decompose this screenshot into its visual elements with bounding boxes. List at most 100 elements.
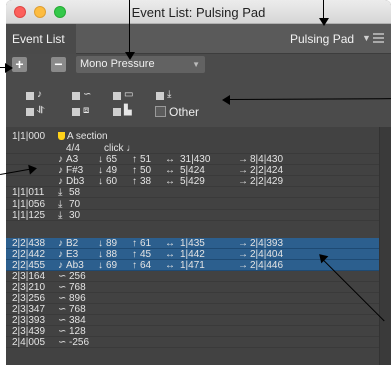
event-row[interactable]: 2|3|164 ∽ 256 bbox=[6, 271, 379, 282]
hamburger-menu-icon[interactable] bbox=[373, 33, 384, 44]
pitchbend-value: 896 bbox=[69, 293, 86, 304]
filter-pitchbend-checkbox[interactable] bbox=[72, 92, 80, 100]
event-row[interactable]: 1|1|125 ⤓ 30 bbox=[6, 210, 379, 221]
release-icon: ↑ bbox=[132, 238, 137, 249]
callout-arrow-create bbox=[5, 63, 13, 73]
end-position: 2|4|404 bbox=[250, 249, 284, 260]
create-event-button[interactable]: + bbox=[12, 57, 27, 72]
control-change-icon: ⧈ bbox=[83, 105, 90, 116]
end-icon: → bbox=[238, 165, 248, 176]
callout-line-mode bbox=[129, 0, 130, 55]
velocity-value: 49 bbox=[106, 165, 118, 176]
filter-poly-pressure-checkbox[interactable] bbox=[26, 108, 34, 116]
event-row[interactable]: 1|1|000 A section bbox=[6, 131, 379, 142]
event-row[interactable]: 2|4|005 ∽ -256 bbox=[6, 337, 379, 348]
event-position: 2|3|210 bbox=[12, 282, 46, 293]
release-value: 51 bbox=[140, 154, 152, 165]
event-position: 2|4|005 bbox=[12, 337, 46, 348]
note-icon: ♪ bbox=[58, 249, 63, 260]
velocity-value: 69 bbox=[106, 260, 118, 271]
event-list: 1|1|000 A section 4/4 click ♩ ♪ A3 ↓ 65 ↑ 51 ↔ 31|4… bbox=[6, 127, 379, 365]
event-type-popup[interactable]: Mono Pressure ▼ bbox=[76, 56, 205, 73]
velocity-icon: ↓ bbox=[98, 238, 103, 249]
event-row[interactable]: 1|1|056 ⤓ 70 bbox=[6, 199, 379, 210]
release-value: 38 bbox=[140, 176, 152, 187]
event-row[interactable]: 2|2|438 ♪ B2 ↓ 89 ↑ 61 ↔ 1|435 → 2|4|393 bbox=[6, 238, 379, 249]
note-icon: ♪ bbox=[58, 260, 63, 271]
tab-event-list[interactable]: Event List bbox=[6, 24, 76, 54]
end-position: 2|2|429 bbox=[250, 176, 284, 187]
pressure-icon: ⤓ bbox=[58, 210, 63, 221]
event-row[interactable]: ♪ A3 ↓ 65 ↑ 51 ↔ 31|430 → 8|4|430 bbox=[6, 154, 379, 165]
release-value: 61 bbox=[140, 238, 152, 249]
filter-notes-checkbox[interactable] bbox=[26, 92, 34, 100]
event-row[interactable]: 2|3|256 ∽ 896 bbox=[6, 293, 379, 304]
chevron-down-icon: ▼ bbox=[192, 60, 200, 69]
marker-icon bbox=[58, 132, 65, 140]
event-row[interactable]: 1|1|011 ⤓ 58 bbox=[6, 187, 379, 198]
event-list-window: Event List: Pulsing Pad Event List Pulsi… bbox=[6, 0, 391, 365]
filter-control-change-checkbox[interactable] bbox=[72, 108, 80, 116]
filter-program-checkbox[interactable] bbox=[113, 92, 121, 100]
pressure-value: 70 bbox=[69, 199, 81, 210]
callout-arrow-events bbox=[28, 163, 38, 175]
event-row[interactable]: ♪ F#3 ↓ 49 ↑ 50 ↔ 5|424 → 2|2|424 bbox=[6, 165, 379, 176]
end-icon: → bbox=[238, 176, 248, 187]
vertical-scrollbar[interactable] bbox=[379, 127, 391, 365]
filter-other-checkbox[interactable] bbox=[155, 106, 166, 117]
velocity-value: 65 bbox=[106, 154, 118, 165]
event-row[interactable]: 4/4 click ♩ bbox=[6, 143, 379, 154]
note-name: Ab3 bbox=[66, 260, 84, 271]
window-title: Event List: Pulsing Pad bbox=[131, 5, 266, 20]
pitchbend-value: -256 bbox=[69, 337, 90, 348]
delete-event-button[interactable]: − bbox=[51, 57, 66, 72]
length-value: 5|424 bbox=[180, 165, 205, 176]
length-value: 31|430 bbox=[180, 154, 211, 165]
note-icon: ♪ bbox=[58, 238, 63, 249]
event-position: 2|2|442 bbox=[12, 249, 46, 260]
pitchbend-icon: ∽ bbox=[58, 337, 67, 348]
pitchbend-value: 256 bbox=[69, 271, 86, 282]
velocity-icon: ↓ bbox=[98, 154, 103, 165]
event-row[interactable]: 2|2|455 ♪ Ab3 ↓ 69 ↑ 64 ↔ 1|471 → 2|4|446 bbox=[6, 260, 379, 271]
stage: Event List: Pulsing Pad Event List Pulsi… bbox=[0, 0, 391, 365]
event-row[interactable]: 2|3|210 ∽ 768 bbox=[6, 282, 379, 293]
length-value: 1|471 bbox=[180, 260, 205, 271]
filter-pressure-checkbox[interactable] bbox=[156, 92, 164, 100]
pitchbend-icon: ∽ bbox=[58, 326, 67, 337]
note-name: B2 bbox=[66, 238, 79, 249]
chevron-down-icon[interactable]: ▼ bbox=[362, 33, 371, 43]
note-icon: ♪ bbox=[58, 154, 63, 165]
pressure-value: 58 bbox=[69, 187, 81, 198]
velocity-value: 60 bbox=[106, 176, 118, 187]
event-position: 2|3|164 bbox=[12, 271, 46, 282]
length-icon: ↔ bbox=[165, 176, 175, 187]
length-value: 5|429 bbox=[180, 176, 205, 187]
release-value: 45 bbox=[140, 249, 152, 260]
end-icon: → bbox=[238, 260, 248, 271]
event-row[interactable]: ♪ Db3 ↓ 60 ↑ 38 ↔ 5|429 → 2|2|429 bbox=[6, 176, 379, 187]
length-value: 1|442 bbox=[180, 249, 205, 260]
callout-arrow-track bbox=[319, 18, 329, 26]
pressure-value: 30 bbox=[69, 210, 81, 221]
pitchbend-icon: ∽ bbox=[58, 271, 67, 282]
pitchbend-icon: ∽ bbox=[58, 282, 67, 293]
event-position: 2|3|347 bbox=[12, 304, 46, 315]
pressure-icon: ⤓ bbox=[58, 187, 63, 198]
event-row[interactable]: 2|3|347 ∽ 768 bbox=[6, 304, 379, 315]
event-position: 2|2|455 bbox=[12, 260, 46, 271]
event-row[interactable]: 2|3|439 ∽ 128 bbox=[6, 326, 379, 337]
length-value: 1|435 bbox=[180, 238, 205, 249]
filter-sysex-checkbox[interactable] bbox=[113, 108, 121, 116]
end-position: 8|4|430 bbox=[250, 154, 284, 165]
release-icon: ↑ bbox=[132, 249, 137, 260]
note-icon: ♪ bbox=[58, 176, 63, 187]
track-name-menu[interactable]: Pulsing Pad bbox=[290, 32, 354, 46]
note-icon: ♪ bbox=[58, 165, 63, 176]
system-exclusive-icon: ▙ bbox=[124, 105, 132, 116]
note-name: E3 bbox=[66, 249, 79, 260]
event-row[interactable]: 2|3|393 ∽ 384 bbox=[6, 315, 379, 326]
meter-value: 4/4 bbox=[66, 143, 80, 154]
release-icon: ↑ bbox=[132, 176, 137, 187]
release-icon: ↑ bbox=[132, 154, 137, 165]
